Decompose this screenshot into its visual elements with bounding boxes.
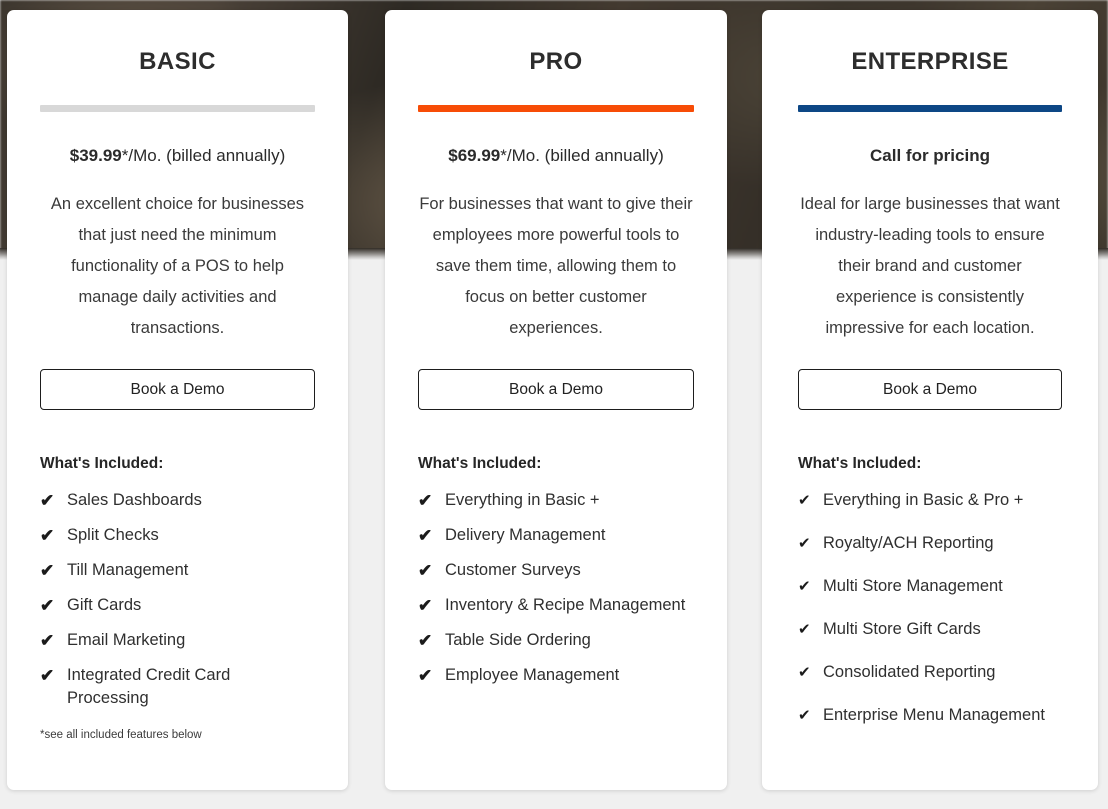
check-icon: ✔: [798, 663, 811, 681]
check-icon: ✔: [418, 490, 433, 510]
feature-label: Royalty/ACH Reporting: [823, 533, 994, 552]
feature-label: Inventory & Recipe Management: [445, 595, 686, 614]
feature-item: ✔ Enterprise Menu Management: [798, 704, 1062, 727]
check-icon: ✔: [798, 534, 811, 552]
feature-list-enterprise: ✔ Everything in Basic & Pro + ✔ Royalty/ACH…: [798, 489, 1062, 727]
check-icon: ✔: [40, 630, 55, 650]
feature-item: ✔ Till Management: [40, 559, 315, 582]
check-icon: ✔: [418, 665, 433, 685]
cta-wrap-basic: Book a Demo: [40, 368, 315, 410]
feature-item: ✔ Everything in Basic +: [418, 489, 694, 512]
check-icon: ✔: [40, 665, 55, 685]
card-content-pro: PRO $69.99*/Mo. (billed annually) For bu…: [385, 10, 727, 790]
check-icon: ✔: [418, 525, 433, 545]
book-a-demo-button-pro[interactable]: Book a Demo: [418, 368, 694, 410]
price-suffix-pro: */Mo. (billed annually): [500, 146, 664, 166]
plan-description-enterprise: Ideal for large businesses that want ind…: [800, 194, 1060, 337]
included-title-basic: What's Included:: [40, 454, 164, 472]
cta-wrap-pro: Book a Demo: [418, 368, 694, 410]
feature-item: ✔ Email Marketing: [40, 629, 315, 652]
check-icon: ✔: [40, 490, 55, 510]
price-line-basic: $39.99*/Mo. (billed annually): [40, 146, 315, 166]
plan-title-enterprise: ENTERPRISE: [851, 48, 1009, 75]
pricing-cards-row: BASIC $39.99*/Mo. (billed annually) An e…: [0, 0, 1108, 809]
feature-label: Split Checks: [67, 525, 159, 544]
feature-label: Table Side Ordering: [445, 630, 591, 649]
feature-label: Everything in Basic +: [445, 490, 600, 509]
check-icon: ✔: [798, 491, 811, 509]
feature-label: Sales Dashboards: [67, 490, 202, 509]
pricing-card-pro: PRO $69.99*/Mo. (billed annually) For bu…: [385, 10, 727, 790]
feature-item: ✔ Gift Cards: [40, 594, 315, 617]
plan-description-pro: For businesses that want to give their e…: [419, 194, 693, 337]
feature-label: Delivery Management: [445, 525, 606, 544]
pricing-card-enterprise: ENTERPRISE Call for pricing Ideal for la…: [762, 10, 1098, 790]
feature-label: Customer Surveys: [445, 560, 581, 579]
feature-item: ✔ Table Side Ordering: [418, 629, 694, 652]
check-icon: ✔: [40, 595, 55, 615]
feature-label: Email Marketing: [67, 630, 186, 649]
feature-item: ✔ Integrated Credit Card Processing: [40, 664, 315, 710]
feature-label: Consolidated Reporting: [823, 662, 996, 681]
feature-label: Gift Cards: [67, 595, 142, 614]
feature-label: Multi Store Management: [823, 576, 1003, 595]
feature-item: ✔ Everything in Basic & Pro +: [798, 489, 1062, 512]
price-amount-pro: $69.99: [448, 146, 501, 166]
check-icon: ✔: [418, 560, 433, 580]
feature-label: Till Management: [67, 560, 189, 579]
feature-label: Multi Store Gift Cards: [823, 619, 981, 638]
price-suffix-basic: */Mo. (billed annually): [121, 146, 286, 166]
accent-bar-basic: [40, 105, 315, 113]
footnote-basic: *see all included features below: [40, 728, 202, 741]
check-icon: ✔: [418, 630, 433, 650]
card-content-enterprise: ENTERPRISE Call for pricing Ideal for la…: [762, 10, 1098, 790]
feature-label: Employee Management: [445, 665, 620, 684]
accent-bar-pro: [418, 105, 694, 113]
included-title-enterprise: What's Included:: [798, 454, 922, 472]
included-title-pro: What's Included:: [418, 454, 542, 472]
card-content-basic: BASIC $39.99*/Mo. (billed annually) An e…: [7, 10, 348, 790]
price-line-enterprise: Call for pricing: [798, 146, 1062, 166]
feature-item: ✔ Split Checks: [40, 524, 315, 547]
pricing-card-basic: BASIC $39.99*/Mo. (billed annually) An e…: [7, 10, 348, 790]
check-icon: ✔: [798, 706, 811, 724]
feature-item: ✔ Delivery Management: [418, 524, 694, 547]
book-a-demo-button-enterprise[interactable]: Book a Demo: [798, 368, 1062, 410]
feature-list-basic: ✔ Sales Dashboards ✔ Split Checks ✔ Till Mana…: [40, 489, 315, 710]
book-a-demo-button-basic[interactable]: Book a Demo: [40, 368, 315, 410]
plan-title-basic: BASIC: [139, 48, 216, 75]
check-icon: ✔: [798, 577, 811, 595]
price-amount-enterprise: Call for pricing: [870, 146, 990, 166]
feature-item: ✔ Multi Store Management: [798, 575, 1062, 598]
check-icon: ✔: [40, 560, 55, 580]
check-icon: ✔: [798, 620, 811, 638]
cta-wrap-enterprise: Book a Demo: [798, 368, 1062, 410]
plan-description-basic: An excellent choice for businesses that …: [50, 194, 305, 337]
feature-label: Integrated Credit Card Processing: [67, 665, 231, 707]
feature-item: ✔ Consolidated Reporting: [798, 661, 1062, 684]
feature-item: ✔ Sales Dashboards: [40, 489, 315, 512]
feature-label: Everything in Basic & Pro +: [823, 490, 1024, 509]
feature-item: ✔ Customer Surveys: [418, 559, 694, 582]
check-icon: ✔: [418, 595, 433, 615]
price-amount-basic: $39.99: [69, 146, 122, 166]
accent-bar-enterprise: [798, 105, 1062, 113]
feature-item: ✔ Inventory & Recipe Management: [418, 594, 694, 617]
check-icon: ✔: [40, 525, 55, 545]
feature-item: ✔ Multi Store Gift Cards: [798, 618, 1062, 641]
price-line-pro: $69.99*/Mo. (billed annually): [418, 146, 694, 166]
feature-item: ✔ Employee Management: [418, 664, 694, 687]
feature-label: Enterprise Menu Management: [823, 705, 1045, 724]
feature-item: ✔ Royalty/ACH Reporting: [798, 532, 1062, 555]
feature-list-pro: ✔ Everything in Basic + ✔ Delivery Manageme…: [418, 489, 694, 687]
plan-title-pro: PRO: [529, 48, 583, 75]
